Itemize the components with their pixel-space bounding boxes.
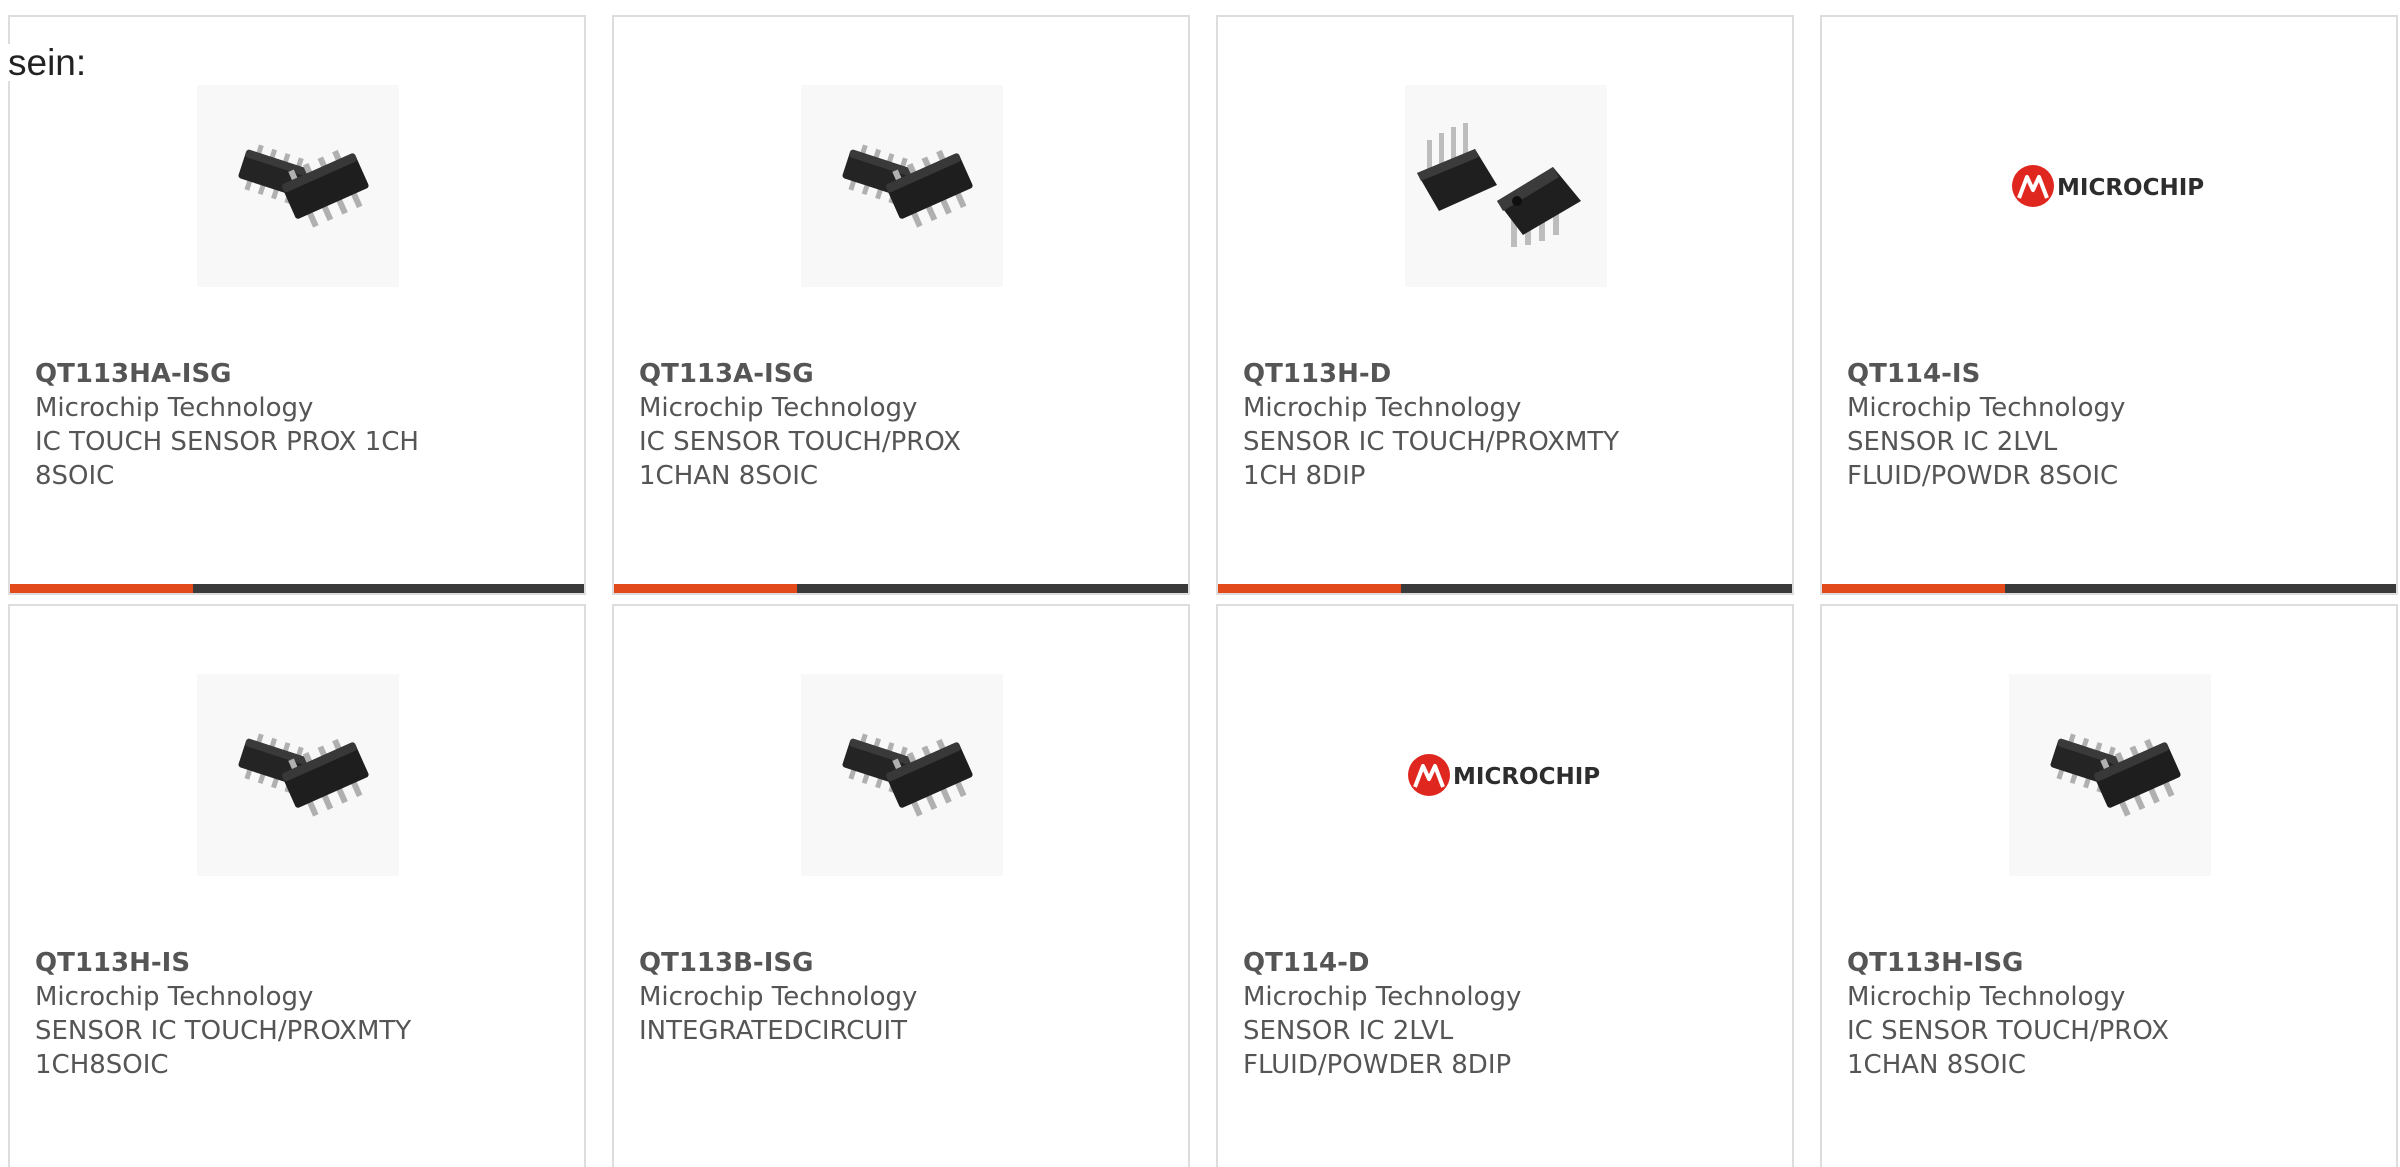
product-manufacturer: Microchip Technology bbox=[35, 982, 314, 1012]
soic-8-package-icon bbox=[2009, 674, 2211, 876]
product-part-number[interactable]: QT113A-ISG bbox=[639, 357, 1159, 391]
product-manufacturer: Microchip Technology bbox=[639, 393, 918, 423]
product-description: SENSOR IC TOUCH/PROXMTY 1CH 8DIP bbox=[1243, 427, 1620, 491]
product-part-number[interactable]: QT114-IS bbox=[1847, 357, 2367, 391]
product-part-number[interactable]: QT113H-IS bbox=[35, 946, 555, 980]
product-description: IC SENSOR TOUCH/PROX 1CHAN 8SOIC bbox=[639, 427, 961, 491]
product-description: SENSOR IC TOUCH/PROXMTY 1CH8SOIC bbox=[35, 1016, 412, 1080]
product-part-number[interactable]: QT113H-D bbox=[1243, 357, 1763, 391]
product-card[interactable]: QT113H-ISG Microchip Technology IC SENSO… bbox=[1820, 604, 2398, 1167]
product-part-number[interactable]: QT114-D bbox=[1243, 946, 1763, 980]
product-manufacturer: Microchip Technology bbox=[1243, 982, 1522, 1012]
soic-8-package-icon bbox=[801, 85, 1003, 287]
intro-text: sein: bbox=[8, 42, 87, 83]
microchip-logo-icon: MICROCHIP bbox=[2009, 85, 2211, 287]
card-accent-bar bbox=[10, 584, 584, 593]
product-manufacturer: Microchip Technology bbox=[1243, 393, 1522, 423]
product-image[interactable] bbox=[197, 674, 399, 876]
product-image[interactable] bbox=[801, 674, 1003, 876]
product-image[interactable]: MICROCHIP bbox=[2009, 85, 2211, 287]
card-accent-bar bbox=[614, 584, 1188, 593]
product-image[interactable] bbox=[801, 85, 1003, 287]
soic-8-package-icon bbox=[197, 85, 399, 287]
product-card[interactable]: QT113HA-ISG Microchip Technology IC TOUC… bbox=[8, 15, 586, 595]
product-description: SENSOR IC 2LVL FLUID/POWDR 8SOIC bbox=[1847, 427, 2119, 491]
product-description: SENSOR IC 2LVL FLUID/POWDER 8DIP bbox=[1243, 1016, 1512, 1080]
product-image[interactable] bbox=[2009, 674, 2211, 876]
svg-text:MICROCHIP: MICROCHIP bbox=[1453, 764, 1600, 790]
soic-8-package-icon bbox=[197, 674, 399, 876]
product-card[interactable]: QT113H-IS Microchip Technology SENSOR IC… bbox=[8, 604, 586, 1167]
product-image[interactable] bbox=[197, 85, 399, 287]
product-card[interactable]: QT113H-D Microchip Technology SENSOR IC … bbox=[1216, 15, 1794, 595]
product-description: IC SENSOR TOUCH/PROX 1CHAN 8SOIC bbox=[1847, 1016, 2169, 1080]
product-card[interactable]: MICROCHIP QT114-IS Microchip Technology … bbox=[1820, 15, 2398, 595]
product-grid-page: sein: QT113HA-ISG Microchip Technology I… bbox=[0, 0, 2400, 1167]
product-description: IC TOUCH SENSOR PROX 1CH 8SOIC bbox=[35, 427, 419, 491]
product-manufacturer: Microchip Technology bbox=[35, 393, 314, 423]
product-part-number[interactable]: QT113H-ISG bbox=[1847, 946, 2367, 980]
product-manufacturer: Microchip Technology bbox=[1847, 982, 2126, 1012]
product-image[interactable]: MICROCHIP bbox=[1405, 674, 1607, 876]
product-card[interactable]: QT113A-ISG Microchip Technology IC SENSO… bbox=[612, 15, 1190, 595]
product-part-number[interactable]: QT113B-ISG bbox=[639, 946, 1159, 980]
product-manufacturer: Microchip Technology bbox=[1847, 393, 2126, 423]
product-card[interactable]: MICROCHIP QT114-D Microchip Technology S… bbox=[1216, 604, 1794, 1167]
dip-8-package-icon bbox=[1405, 85, 1607, 287]
card-accent-bar bbox=[1218, 584, 1792, 593]
soic-8-package-icon bbox=[801, 674, 1003, 876]
microchip-logo-icon: MICROCHIP bbox=[1405, 674, 1607, 876]
product-description: INTEGRATEDCIRCUIT bbox=[639, 1016, 908, 1046]
product-manufacturer: Microchip Technology bbox=[639, 982, 918, 1012]
product-part-number[interactable]: QT113HA-ISG bbox=[35, 357, 555, 391]
product-image[interactable] bbox=[1405, 85, 1607, 287]
card-accent-bar bbox=[1822, 584, 2396, 593]
product-card[interactable]: QT113B-ISG Microchip Technology INTEGRAT… bbox=[612, 604, 1190, 1167]
svg-text:MICROCHIP: MICROCHIP bbox=[2057, 175, 2204, 201]
